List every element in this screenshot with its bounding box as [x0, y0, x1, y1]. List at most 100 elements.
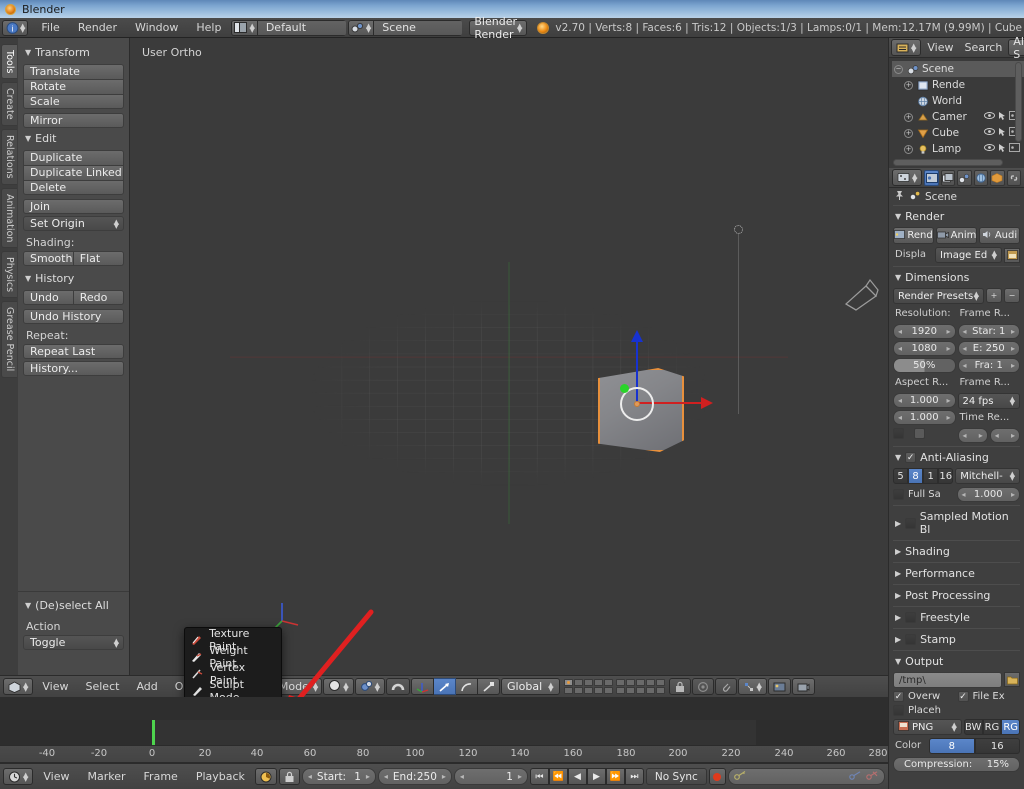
render-section-header[interactable]: ▼ Render [893, 205, 1020, 227]
outliner-row-scene[interactable]: ─ Scene [892, 61, 1024, 77]
increment-icon[interactable]: ▸ [946, 344, 950, 353]
manipulator-toggle-icon[interactable] [411, 678, 435, 695]
cursor-select-icon[interactable] [998, 143, 1006, 156]
record-icon[interactable] [708, 768, 726, 785]
frame-rate-dropdown[interactable]: 24 fps ▲ ▼ [957, 393, 1020, 409]
tool-tab-relations[interactable]: Relations [1, 128, 17, 185]
color-mode-bw[interactable]: BW [963, 719, 983, 735]
scale-button[interactable]: Scale [23, 94, 124, 109]
autokey-icon[interactable] [254, 768, 277, 785]
file-extensions-toggle[interactable]: ✓ File Ex [957, 691, 1021, 702]
color-depth-16[interactable]: 16 [974, 738, 1020, 754]
timeline-editor-selector[interactable]: ▲ ▼ [3, 768, 34, 785]
editor-type-selector[interactable]: i ▲ ▼ [2, 19, 29, 36]
manipulator-y-axis[interactable] [620, 384, 629, 393]
layer-group-1[interactable] [563, 679, 613, 694]
duplicate-linked-button[interactable]: Duplicate Linked [23, 165, 124, 180]
stamp-checkbox[interactable] [905, 634, 917, 645]
sampled-motion-blur-header[interactable]: ▶ Sampled Motion Bl [893, 505, 1020, 540]
layer-cell[interactable] [625, 679, 635, 686]
properties-tab-object[interactable] [990, 169, 1005, 186]
render-opengl-icon[interactable] [791, 678, 815, 695]
snap-element-selector[interactable]: ▲ ▼ [737, 678, 767, 695]
delete-button[interactable]: Delete [23, 180, 124, 195]
proportional-edit-icon[interactable] [691, 678, 714, 695]
freestyle-checkbox[interactable] [905, 612, 917, 623]
cursor-select-icon[interactable] [998, 111, 1006, 124]
viewport-menu-view[interactable]: View [34, 678, 76, 696]
tool-shelf[interactable]: Tools Create Relations Animation Physics… [0, 38, 130, 675]
resolution-x-field[interactable]: ◂ 1920 ▸ [893, 324, 956, 339]
camera-object[interactable] [844, 278, 884, 312]
cube-object[interactable] [598, 330, 713, 452]
step-back-icon[interactable]: ⏪ [548, 768, 568, 785]
outliner-row-lamp[interactable]: + Lamp [892, 141, 1024, 157]
display-mode-dropdown[interactable]: Image Ed ▲ ▼ [935, 247, 1002, 263]
time-remap-old-field[interactable]: ◂ ▸ [957, 428, 988, 443]
color-depth-group[interactable]: 8 16 [929, 738, 1020, 754]
aa-sample-16[interactable]: 16 [938, 468, 954, 484]
play-reverse-icon[interactable]: ◀ [567, 768, 587, 785]
increment-icon[interactable]: ▸ [1011, 327, 1015, 336]
antialiasing-checkbox[interactable]: ✓ [905, 452, 917, 463]
layer-cell[interactable] [615, 687, 625, 694]
output-section-header[interactable]: ▼ Output [893, 650, 1020, 672]
smooth-button[interactable]: Smooth [23, 251, 74, 266]
eye-icon[interactable] [984, 127, 995, 140]
rotate-manip-icon[interactable] [456, 678, 479, 695]
file-extensions-checkbox[interactable]: ✓ [957, 691, 969, 702]
scene-icon-button[interactable]: ▲ ▼ [347, 19, 374, 36]
layer-cell[interactable] [645, 687, 655, 694]
aspect-x-field[interactable]: ◂ 1.000 ▸ [893, 393, 956, 408]
step-forward-icon[interactable]: ⏩ [605, 768, 625, 785]
increment-icon[interactable]: ▸ [1011, 361, 1015, 370]
color-mode-rgba[interactable]: RG [1001, 719, 1021, 735]
timeline-editor[interactable]: -40 -20 0 20 40 60 80 100 120 140 160 18… [0, 720, 888, 789]
pin-icon[interactable] [894, 190, 905, 204]
time-remap-new-field[interactable]: ◂ ▸ [989, 428, 1020, 443]
timeline-ruler[interactable]: -40 -20 0 20 40 60 80 100 120 140 160 18… [0, 745, 888, 786]
sampled-motion-blur-checkbox[interactable] [905, 517, 916, 529]
outliner-horizontal-scrollbar[interactable] [893, 159, 1003, 166]
decrement-icon[interactable]: ◂ [898, 413, 902, 422]
join-button[interactable]: Join [23, 199, 124, 214]
resolution-y-field[interactable]: ◂ 1080 ▸ [893, 341, 956, 356]
expand-toggle-icon[interactable]: ─ [894, 64, 903, 74]
outliner-tree[interactable]: ─ Scene + Rende World + Camer + Cube + L… [889, 58, 1024, 168]
screen-layout-icon-button[interactable]: ▲ ▼ [231, 19, 257, 36]
aa-sample-11[interactable]: 1 [923, 468, 939, 484]
aa-filter-size-field[interactable]: ◂ 1.000 ▸ [956, 487, 1020, 502]
screen-layout-selector[interactable]: ▲▼ Default + × [231, 19, 346, 36]
fullscreen-icon[interactable] [1004, 247, 1020, 263]
snap-magnet-icon[interactable] [386, 678, 411, 695]
tool-tab-tools[interactable]: Tools [1, 44, 17, 80]
properties-tab-render[interactable] [924, 169, 939, 186]
render-engine-selector[interactable]: Blender Render ▲ ▼ [469, 15, 528, 41]
history-panel-header[interactable]: ▼ History [23, 270, 124, 290]
tool-tab-grease-pencil[interactable]: Grease Pencil [1, 301, 17, 378]
expand-toggle-icon[interactable]: + [904, 128, 913, 138]
set-origin-dropdown[interactable]: Set Origin ▲ ▼ [23, 216, 124, 231]
properties-tab-render-layers[interactable] [940, 169, 956, 186]
increment-icon[interactable]: ▸ [366, 772, 370, 781]
increment-icon[interactable]: ▸ [1011, 490, 1015, 499]
layer-cell[interactable] [655, 679, 665, 686]
menu-window[interactable]: Window [126, 19, 187, 37]
increment-icon[interactable]: ▸ [946, 413, 950, 422]
timeline-menu-marker[interactable]: Marker [80, 768, 134, 786]
file-format-dropdown[interactable]: PNG ▲ ▼ [893, 719, 962, 735]
menu-item-sculpt-mode[interactable]: Sculpt Mode [185, 678, 281, 697]
decrement-icon[interactable]: ◂ [963, 361, 967, 370]
outliner-display-mode[interactable]: All S [1008, 35, 1024, 61]
increment-icon[interactable]: ▸ [518, 772, 522, 781]
decrement-icon[interactable]: ◂ [962, 490, 966, 499]
render-audio-button[interactable]: Audi [979, 227, 1020, 244]
layer-cell[interactable] [603, 679, 613, 686]
menu-help[interactable]: Help [187, 19, 230, 37]
tool-tab-animation[interactable]: Animation [1, 187, 17, 249]
increment-icon[interactable]: ▸ [979, 431, 983, 440]
decrement-icon[interactable]: ◂ [898, 327, 902, 336]
overwrite-toggle[interactable]: ✓ Overw [893, 691, 956, 702]
decrement-icon[interactable]: ◂ [898, 396, 902, 405]
frame-step-field[interactable]: ◂ Fra: 1 ▸ [957, 358, 1020, 373]
